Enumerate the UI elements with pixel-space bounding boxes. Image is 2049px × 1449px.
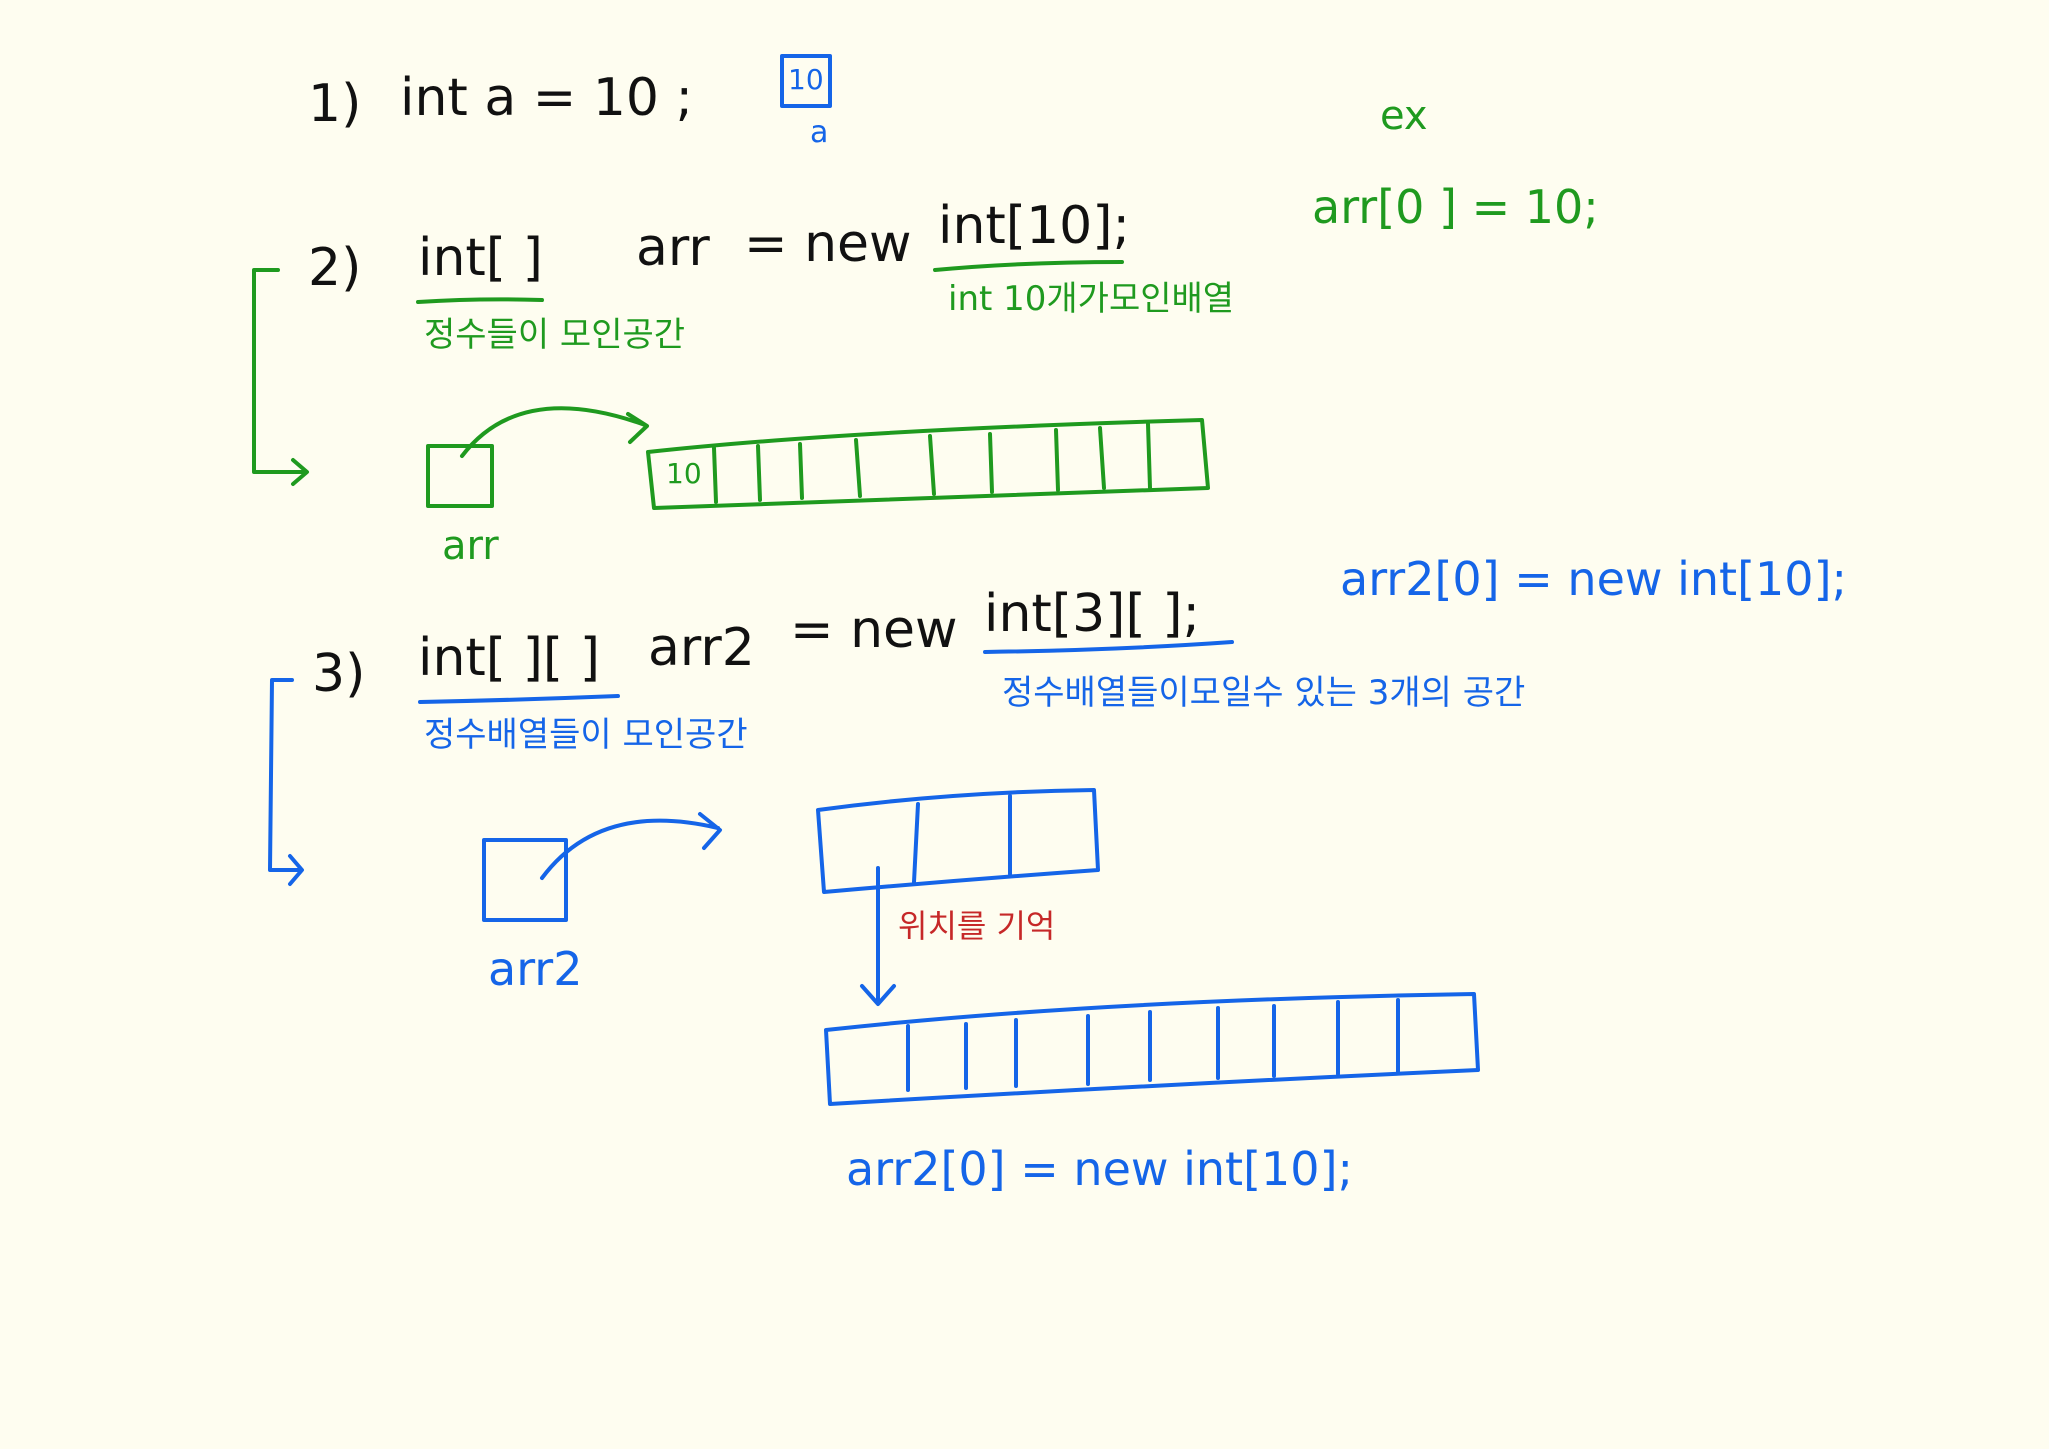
example-code: arr[0 ] = 10; bbox=[1312, 180, 1599, 234]
note-three-spaces: 정수배열들이모일수 있는 3개의 공간 bbox=[1002, 673, 1526, 713]
decl-type-3: int[ ][ ] bbox=[418, 628, 600, 688]
assign-new-2: = new bbox=[744, 214, 912, 274]
code-line-1: int a = 10 ; bbox=[400, 68, 694, 128]
int-array-10 bbox=[646, 418, 1210, 510]
memo-remember-location: 위치를 기억 bbox=[898, 907, 1056, 945]
value-box-a-label: a bbox=[810, 115, 829, 150]
bracket-3 bbox=[268, 678, 304, 886]
note-array-space: 정수배열들이 모인공간 bbox=[424, 715, 748, 755]
var-label-arr: arr bbox=[442, 523, 499, 569]
var-name-3: arr2 bbox=[648, 618, 755, 678]
note-int-array: int 10개가모인배열 bbox=[948, 279, 1235, 319]
decl-underline-2 bbox=[416, 297, 544, 304]
value-box-a-value: 10 bbox=[788, 63, 824, 96]
array-cell-0-value: 10 bbox=[666, 457, 702, 490]
side-code-arr2: arr2[0] = new int[10]; bbox=[1340, 552, 1848, 606]
var-label-arr2: arr2 bbox=[488, 942, 583, 996]
step-number-1: 1) bbox=[308, 74, 362, 134]
var-name-2: arr bbox=[636, 218, 710, 278]
step-number-3: 3) bbox=[312, 644, 366, 704]
rhs-alloc-2: int[10]; bbox=[938, 196, 1131, 256]
note-int-space: 정수들이 모인공간 bbox=[424, 315, 686, 355]
step-number-2: 2) bbox=[308, 238, 362, 298]
example-label: ex bbox=[1380, 93, 1428, 139]
bottom-code-arr2: arr2[0] = new int[10]; bbox=[846, 1142, 1354, 1196]
inner-array-10 bbox=[824, 992, 1480, 1106]
var-box-arr2 bbox=[482, 838, 568, 922]
decl-underline-3 bbox=[418, 694, 620, 704]
rhs-alloc-3: int[3][ ]; bbox=[984, 584, 1201, 644]
assign-new-3: = new bbox=[790, 600, 958, 660]
pointer-arrow-arr bbox=[460, 406, 649, 458]
bracket-2 bbox=[252, 268, 309, 486]
decl-type-2: int[ ] bbox=[418, 228, 543, 288]
var-box-arr bbox=[426, 444, 494, 508]
outer-array-3 bbox=[816, 788, 1100, 894]
rhs-underline-2 bbox=[933, 260, 1124, 272]
pointer-arrow-arr2 bbox=[540, 812, 722, 880]
